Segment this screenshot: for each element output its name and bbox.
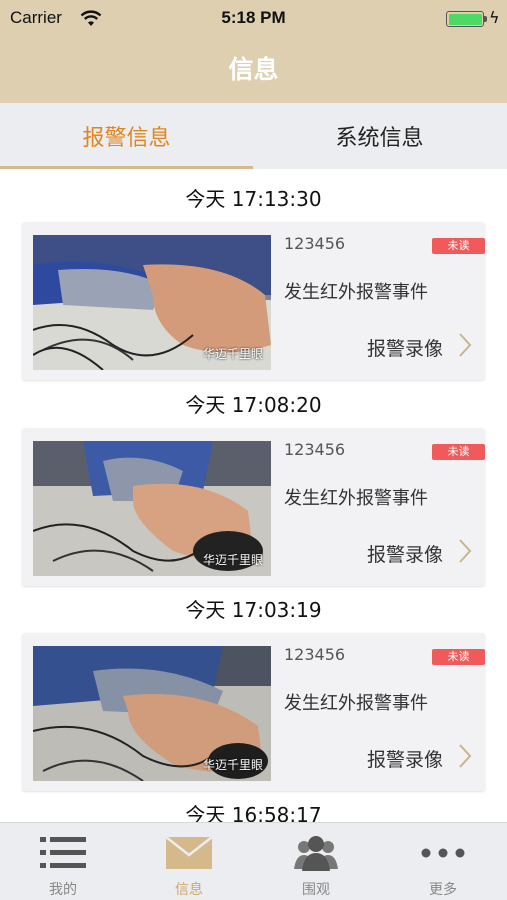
chevron-right-icon[interactable] bbox=[458, 332, 472, 358]
nav-item-watch[interactable]: 围观 bbox=[253, 823, 379, 900]
device-id: 123456 bbox=[284, 234, 346, 253]
chevron-right-icon[interactable] bbox=[458, 538, 472, 564]
nav-item-more[interactable]: 更多 bbox=[380, 823, 506, 900]
alarm-card[interactable]: 华迈千里眼 123456 未读 发生红外报警事件 报警录像 bbox=[22, 222, 485, 380]
charging-icon: ϟ bbox=[489, 8, 500, 27]
unread-badge: 未读 bbox=[432, 649, 485, 665]
status-time: 5:18 PM bbox=[221, 8, 286, 27]
alarm-timestamp: 今天 17:03:19 bbox=[185, 598, 322, 622]
nav-label: 更多 bbox=[429, 882, 457, 898]
tab-alarm-info[interactable]: 报警信息 bbox=[0, 103, 253, 169]
chevron-right-icon[interactable] bbox=[458, 743, 472, 769]
alarm-list[interactable]: 今天 17:13:30 华迈千里眼 123456 未读 发生红外报警事件 报警录… bbox=[0, 169, 507, 822]
more-dots-icon bbox=[421, 848, 465, 858]
device-id: 123456 bbox=[284, 645, 346, 664]
alarm-card[interactable]: 华迈千里眼 123456 未读 发生红外报警事件 报警录像 bbox=[22, 428, 485, 586]
tab-system-info[interactable]: 系统信息 bbox=[253, 103, 506, 169]
envelope-icon bbox=[165, 836, 213, 869]
alarm-timestamp: 今天 17:08:20 bbox=[185, 393, 322, 417]
alarm-timestamp: 今天 17:13:30 bbox=[185, 187, 322, 211]
alarm-snapshot[interactable]: 华迈千里眼 bbox=[33, 646, 271, 781]
snapshot-watermark: 华迈千里眼 bbox=[202, 347, 263, 361]
nav-item-messages[interactable]: 信息 bbox=[126, 823, 252, 900]
nav-label: 我的 bbox=[49, 882, 77, 898]
header: Carrier 5:18 PM ϟ 信息 bbox=[0, 0, 507, 103]
alarm-event-text: 发生红外报警事件 bbox=[284, 693, 428, 714]
status-bar: Carrier 5:18 PM ϟ bbox=[0, 0, 507, 36]
snapshot-watermark: 华迈千里眼 bbox=[202, 758, 263, 772]
unread-badge: 未读 bbox=[432, 444, 485, 460]
alarm-snapshot[interactable]: 华迈千里眼 bbox=[33, 441, 271, 576]
alarm-event-text: 发生红外报警事件 bbox=[284, 282, 428, 303]
battery-icon bbox=[446, 11, 484, 27]
unread-badge: 未读 bbox=[432, 238, 485, 254]
list-icon bbox=[40, 837, 86, 868]
bottom-tab-bar: 我的 信息 围观 更多 bbox=[0, 822, 507, 900]
page-title: 信息 bbox=[228, 55, 279, 84]
tab-bar: 报警信息 系统信息 bbox=[0, 103, 507, 169]
snapshot-watermark: 华迈千里眼 bbox=[202, 553, 263, 567]
alarm-video-link[interactable]: 报警录像 bbox=[367, 334, 443, 361]
nav-label: 信息 bbox=[175, 882, 203, 898]
alarm-timestamp: 今天 16:58:17 bbox=[185, 803, 322, 822]
alarm-video-link[interactable]: 报警录像 bbox=[367, 745, 443, 772]
alarm-event-text: 发生红外报警事件 bbox=[284, 488, 428, 509]
alarm-video-link[interactable]: 报警录像 bbox=[367, 540, 443, 567]
alarm-card[interactable]: 华迈千里眼 123456 未读 发生红外报警事件 报警录像 bbox=[22, 633, 485, 791]
nav-label: 围观 bbox=[302, 882, 330, 898]
device-id: 123456 bbox=[284, 440, 346, 459]
alarm-snapshot[interactable]: 华迈千里眼 bbox=[33, 235, 271, 370]
nav-item-mine[interactable]: 我的 bbox=[0, 823, 126, 900]
people-icon bbox=[294, 836, 338, 871]
